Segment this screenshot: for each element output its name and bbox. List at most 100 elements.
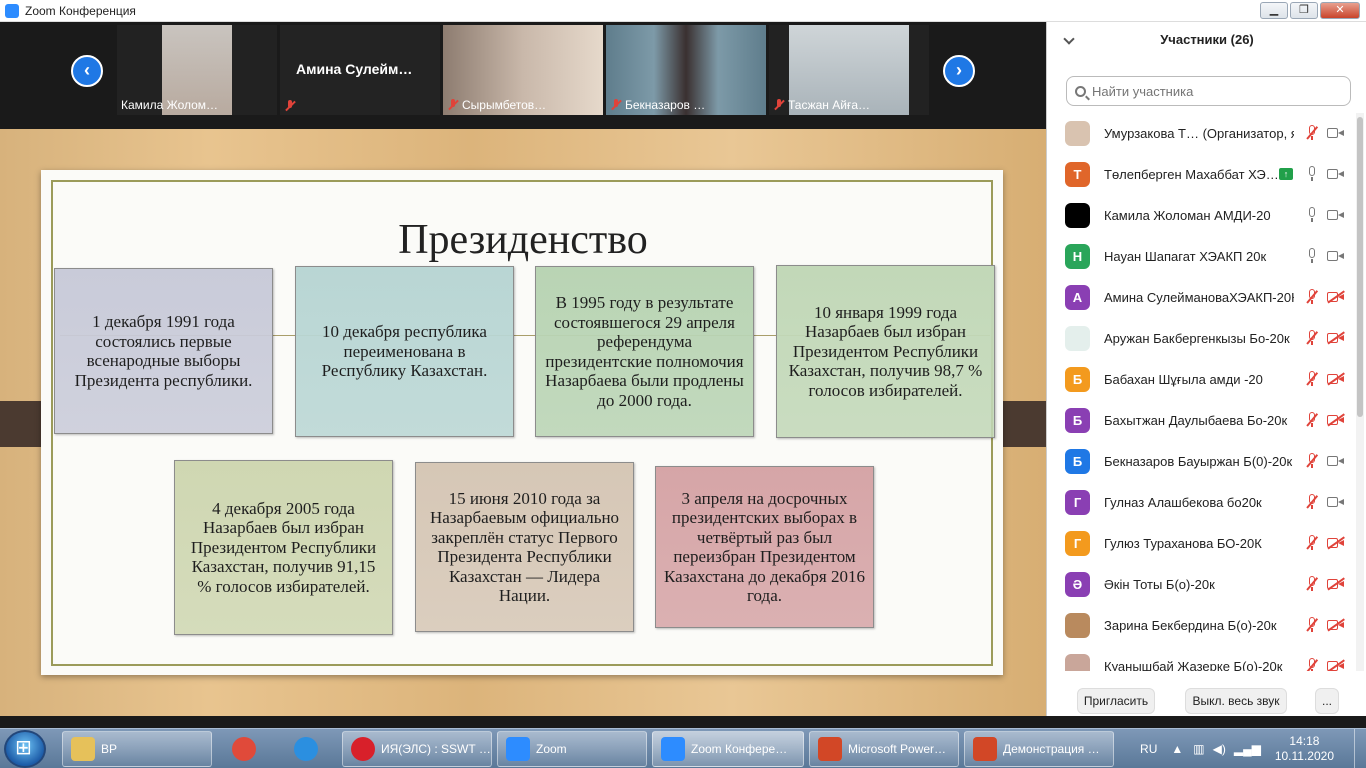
mic-muted-icon[interactable]: [1305, 125, 1319, 141]
taskbar-chrome[interactable]: [222, 731, 270, 767]
participant-search[interactable]: [1066, 76, 1351, 106]
mic-muted-icon[interactable]: [1305, 535, 1319, 551]
slide-box-2010: 15 июня 2010 года за Назарбаевым официал…: [415, 462, 634, 632]
taskbar-explorer[interactable]: BP: [62, 731, 212, 767]
video-tile-2[interactable]: Амина Сулейм…: [280, 25, 440, 115]
camera-off-icon[interactable]: [1327, 619, 1345, 631]
camera-icon[interactable]: [1327, 168, 1345, 180]
participant-name: Тасжан Айға…: [788, 98, 871, 112]
show-desktop-button[interactable]: [1354, 729, 1366, 768]
participant-row[interactable]: Н Науан Шапагат ХЭАКП 20к: [1047, 236, 1355, 277]
mic-muted-icon[interactable]: [1305, 494, 1319, 510]
participant-name: Камила Жоломан АМДИ-20: [1104, 208, 1271, 223]
mic-muted-icon[interactable]: [1305, 371, 1319, 387]
participant-list: Умурзакова Т… (Организатор, я) Т Төлепберг…: [1047, 113, 1355, 671]
show-hidden-icons-icon[interactable]: ▲: [1171, 742, 1183, 756]
participant-row[interactable]: Куанышбай Жазерке Б(о)-20к: [1047, 646, 1355, 671]
camera-icon[interactable]: [1327, 127, 1345, 139]
taskbar-zoom[interactable]: Zoom: [497, 731, 647, 767]
participant-row[interactable]: Б Бабахан Шұғыла амди -20: [1047, 359, 1355, 400]
participant-list-scrollbar[interactable]: [1356, 113, 1364, 671]
more-options-button[interactable]: ...: [1315, 688, 1339, 714]
taskbar-zoom-conference[interactable]: Zoom Конфере…: [652, 731, 804, 767]
taskbar-powerpoint[interactable]: Microsoft Power…: [809, 731, 959, 767]
avatar: Т: [1065, 162, 1090, 187]
camera-icon[interactable]: [1327, 455, 1345, 467]
avatar: Б: [1065, 449, 1090, 474]
camera-icon[interactable]: [1327, 496, 1345, 508]
participant-name: Камила Жолом…: [121, 98, 219, 112]
camera-off-icon[interactable]: [1327, 537, 1345, 549]
microphone-icon[interactable]: [1305, 207, 1319, 223]
participant-row[interactable]: Б Бекназаров Бауыржан Б(0)-20к: [1047, 441, 1355, 482]
camera-off-icon[interactable]: [1327, 660, 1345, 671]
participant-row[interactable]: Б Бахытжан Даулыбаева Бо-20к: [1047, 400, 1355, 441]
language-indicator[interactable]: RU: [1140, 742, 1157, 756]
participant-name: Аружан Бакбергенкызы Бо-20к: [1104, 331, 1290, 346]
mic-muted-icon[interactable]: [1305, 617, 1319, 633]
taskbar-label: ИЯ(ЭЛС) : SSWT …: [381, 742, 491, 756]
camera-icon[interactable]: [1327, 209, 1345, 221]
participant-row[interactable]: Камила Жоломан АМДИ-20: [1047, 195, 1355, 236]
gallery-next-button[interactable]: ›: [943, 55, 975, 87]
volume-icon[interactable]: ◀): [1213, 742, 1226, 756]
microphone-icon[interactable]: [1305, 248, 1319, 264]
participant-row[interactable]: А Амина СулеймановаХЭАКП-20К: [1047, 277, 1355, 318]
mic-muted-icon[interactable]: [1305, 658, 1319, 671]
participant-row[interactable]: Г Гулназ Алашбекова бо20к: [1047, 482, 1355, 523]
taskbar-slideshow[interactable]: Демонстрация …: [964, 731, 1114, 767]
camera-off-icon[interactable]: [1327, 578, 1345, 590]
camera-off-icon[interactable]: [1327, 373, 1345, 385]
participant-name: Бабахан Шұғыла амди -20: [1104, 372, 1263, 387]
close-button[interactable]: ✕: [1320, 2, 1360, 19]
mic-muted-icon[interactable]: [1305, 289, 1319, 305]
clock[interactable]: 14:18 10.11.2020: [1275, 734, 1334, 764]
participant-row[interactable]: Зарина Бекбердина Б(о)-20к: [1047, 605, 1355, 646]
scrollbar-thumb[interactable]: [1357, 117, 1363, 417]
restore-button[interactable]: ❐: [1290, 2, 1318, 19]
microphone-icon[interactable]: [1305, 166, 1319, 182]
mic-muted-icon[interactable]: [1305, 576, 1319, 592]
participant-name: Науан Шапагат ХЭАКП 20к: [1104, 249, 1267, 264]
mic-muted-icon[interactable]: [1305, 412, 1319, 428]
start-button[interactable]: [4, 730, 46, 768]
camera-icon[interactable]: [1327, 250, 1345, 262]
video-tile-5[interactable]: Тасжан Айға…: [769, 25, 929, 115]
slide-box-1991-rename: 10 декабря республика переименована в Ре…: [295, 266, 514, 437]
clock-time: 14:18: [1289, 734, 1320, 748]
invite-button[interactable]: Пригласить: [1077, 688, 1155, 714]
signal-icon[interactable]: ▂▄▆: [1234, 742, 1261, 756]
participant-row[interactable]: Т Төлепберген Махаббат ХЭ… ↑: [1047, 154, 1355, 195]
zoom-logo-icon: [5, 3, 19, 18]
participant-row[interactable]: Ә Әкін Тоты Б(о)-20к: [1047, 564, 1355, 605]
participant-row[interactable]: Аружан Бакбергенкызы Бо-20к: [1047, 318, 1355, 359]
participant-row[interactable]: Г Гулюз Тураханова БО-20К: [1047, 523, 1355, 564]
camera-off-icon[interactable]: [1327, 332, 1345, 344]
mic-muted-icon[interactable]: [1305, 453, 1319, 469]
participant-name: Гулназ Алашбекова бо20к: [1104, 495, 1262, 510]
video-tile-1[interactable]: Камила Жолом…: [117, 25, 277, 115]
search-input[interactable]: [1092, 83, 1332, 99]
participant-name: Бахытжан Даулыбаева Бо-20к: [1104, 413, 1288, 428]
system-tray: RU ▲ ▥ ◀) ▂▄▆ 14:18 10.11.2020: [1140, 729, 1366, 768]
taskbar-opera[interactable]: ИЯ(ЭЛС) : SSWT …: [342, 731, 492, 767]
video-tile-4[interactable]: Бекназаров …: [606, 25, 766, 115]
participant-row[interactable]: Умурзакова Т… (Организатор, я): [1047, 113, 1355, 154]
participant-name: Гулюз Тураханова БО-20К: [1104, 536, 1262, 551]
mute-all-button[interactable]: Выкл. весь звук: [1185, 688, 1287, 714]
video-tile-3[interactable]: Сырымбетов…: [443, 25, 603, 115]
mic-muted-icon[interactable]: [1305, 330, 1319, 346]
window-title: Zoom Конференция: [25, 3, 136, 18]
chrome-icon: [232, 737, 256, 761]
participants-footer: Пригласить Выкл. весь звук ...: [1047, 688, 1366, 714]
network-icon[interactable]: ▥: [1193, 742, 1204, 756]
minimize-button[interactable]: ▁: [1260, 2, 1288, 19]
camera-off-icon[interactable]: [1327, 414, 1345, 426]
zoom-icon: [506, 737, 530, 761]
taskbar-ie[interactable]: [282, 731, 334, 767]
participant-name: Амина Сулейм…: [296, 61, 413, 77]
taskbar-label: Zoom Конфере…: [691, 742, 788, 756]
zoom-icon: [661, 737, 685, 761]
camera-off-icon[interactable]: [1327, 291, 1345, 303]
gallery-prev-button[interactable]: ‹: [71, 55, 103, 87]
